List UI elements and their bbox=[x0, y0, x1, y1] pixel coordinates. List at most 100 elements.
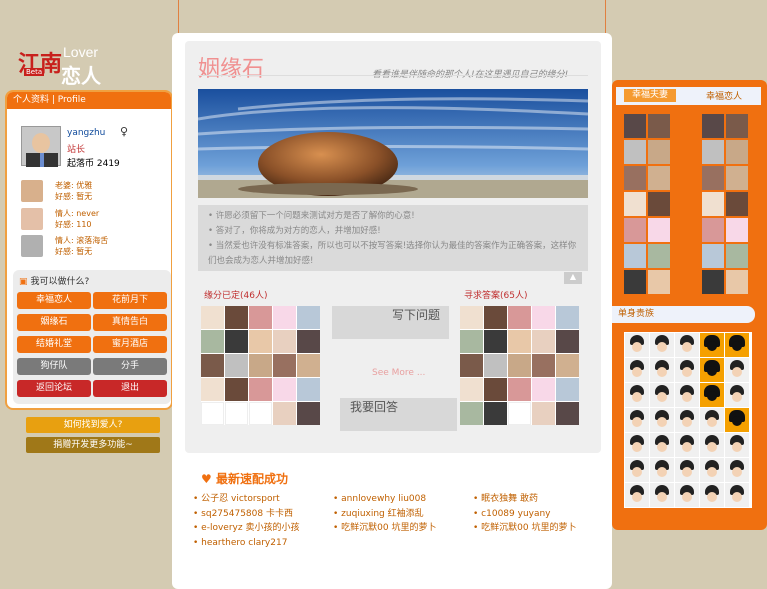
avatar-thumb[interactable] bbox=[273, 330, 296, 353]
avatar-thumb[interactable] bbox=[508, 330, 531, 353]
avatar-thumb[interactable] bbox=[726, 114, 748, 138]
avatar-thumb[interactable] bbox=[650, 358, 674, 382]
avatar-thumb[interactable] bbox=[702, 114, 724, 138]
avatar-thumb[interactable] bbox=[460, 402, 483, 425]
avatar-thumb[interactable] bbox=[249, 354, 272, 377]
avatar-thumb[interactable] bbox=[675, 333, 699, 357]
match-item[interactable]: 吃鲜沉默00 坑里的萝卜 bbox=[333, 521, 436, 536]
match-item[interactable]: zuqiuxing 红袖添乱 bbox=[333, 507, 437, 522]
avatar-thumb[interactable] bbox=[297, 378, 320, 401]
avatar-thumb[interactable] bbox=[225, 354, 248, 377]
avatar-thumb[interactable] bbox=[650, 383, 674, 407]
avatar-thumb[interactable] bbox=[484, 306, 507, 329]
avatar-thumb[interactable] bbox=[726, 140, 748, 164]
avatar-thumb[interactable] bbox=[249, 402, 272, 425]
avatar-thumb[interactable] bbox=[726, 192, 748, 216]
avatar-thumb[interactable] bbox=[702, 270, 724, 294]
match-item[interactable]: 眠衣独舞 敢药 bbox=[473, 492, 577, 507]
btn-wedding-hall[interactable]: 结婚礼堂 bbox=[17, 336, 91, 353]
relation-item[interactable]: 情人: 滚落海舌 好感: 暂无 bbox=[21, 235, 171, 259]
avatar-thumb[interactable] bbox=[625, 358, 649, 382]
avatar-thumb[interactable] bbox=[532, 378, 555, 401]
avatar-thumb[interactable] bbox=[725, 358, 749, 382]
avatar-thumb[interactable] bbox=[702, 192, 724, 216]
avatar-thumb[interactable] bbox=[726, 270, 748, 294]
avatar-thumb[interactable] bbox=[532, 402, 555, 425]
avatar-thumb[interactable] bbox=[725, 408, 749, 432]
btn-stone[interactable]: 姻缘石 bbox=[17, 314, 91, 331]
avatar-thumb[interactable] bbox=[726, 166, 748, 190]
btn-honeymoon-hotel[interactable]: 蜜月酒店 bbox=[93, 336, 167, 353]
match-item[interactable]: 吃鲜沉默00 坑里的萝卜 bbox=[473, 521, 576, 536]
avatar-thumb[interactable] bbox=[725, 483, 749, 507]
avatar-thumb[interactable] bbox=[201, 306, 224, 329]
avatar-thumb[interactable] bbox=[700, 333, 724, 357]
avatar-thumb[interactable] bbox=[675, 458, 699, 482]
avatar-thumb[interactable] bbox=[648, 114, 670, 138]
user-avatar[interactable] bbox=[21, 126, 61, 167]
scroll-up-button[interactable]: ▲ bbox=[564, 272, 582, 284]
see-more-link[interactable]: See More ... bbox=[372, 368, 425, 378]
avatar-thumb[interactable] bbox=[225, 306, 248, 329]
relation-avatar[interactable] bbox=[21, 235, 43, 257]
avatar-thumb[interactable] bbox=[508, 402, 531, 425]
avatar-thumb[interactable] bbox=[700, 383, 724, 407]
avatar-thumb[interactable] bbox=[532, 330, 555, 353]
avatar-thumb[interactable] bbox=[700, 358, 724, 382]
avatar-thumb[interactable] bbox=[648, 166, 670, 190]
avatar-thumb[interactable] bbox=[273, 402, 296, 425]
avatar-thumb[interactable] bbox=[625, 333, 649, 357]
avatar-thumb[interactable] bbox=[648, 218, 670, 242]
avatar-thumb[interactable] bbox=[702, 244, 724, 268]
avatar-thumb[interactable] bbox=[225, 402, 248, 425]
avatar-thumb[interactable] bbox=[201, 378, 224, 401]
avatar-thumb[interactable] bbox=[624, 270, 646, 294]
avatar-thumb[interactable] bbox=[484, 354, 507, 377]
avatar-thumb[interactable] bbox=[201, 402, 224, 425]
answer-button[interactable]: 我要回答 bbox=[340, 398, 457, 431]
avatar-thumb[interactable] bbox=[700, 458, 724, 482]
avatar-thumb[interactable] bbox=[725, 383, 749, 407]
seeking-label[interactable]: 寻求答案(65人) bbox=[464, 288, 527, 301]
avatar-thumb[interactable] bbox=[225, 378, 248, 401]
avatar-thumb[interactable] bbox=[484, 378, 507, 401]
avatar-thumb[interactable] bbox=[725, 333, 749, 357]
avatar-thumb[interactable] bbox=[726, 244, 748, 268]
avatar-thumb[interactable] bbox=[532, 354, 555, 377]
avatar-thumb[interactable] bbox=[650, 458, 674, 482]
match-item[interactable]: e-loveryz 卖小孩的小孩 bbox=[193, 521, 299, 536]
avatar-thumb[interactable] bbox=[624, 218, 646, 242]
btn-paparazzi[interactable]: 狗仔队 bbox=[17, 358, 91, 375]
avatar-thumb[interactable] bbox=[624, 166, 646, 190]
avatar-thumb[interactable] bbox=[675, 483, 699, 507]
avatar-thumb[interactable] bbox=[648, 244, 670, 268]
avatar-thumb[interactable] bbox=[297, 306, 320, 329]
avatar-thumb[interactable] bbox=[556, 402, 579, 425]
avatar-thumb[interactable] bbox=[297, 330, 320, 353]
avatar-thumb[interactable] bbox=[725, 458, 749, 482]
avatar-thumb[interactable] bbox=[508, 354, 531, 377]
avatar-thumb[interactable] bbox=[273, 306, 296, 329]
avatar-thumb[interactable] bbox=[508, 306, 531, 329]
avatar-thumb[interactable] bbox=[648, 192, 670, 216]
avatar-thumb[interactable] bbox=[273, 354, 296, 377]
avatar-thumb[interactable] bbox=[650, 483, 674, 507]
avatar-thumb[interactable] bbox=[675, 358, 699, 382]
avatar-thumb[interactable] bbox=[556, 378, 579, 401]
avatar-thumb[interactable] bbox=[460, 354, 483, 377]
avatar-thumb[interactable] bbox=[624, 244, 646, 268]
avatar-thumb[interactable] bbox=[726, 218, 748, 242]
avatar-thumb[interactable] bbox=[225, 330, 248, 353]
relation-avatar[interactable] bbox=[21, 180, 43, 202]
avatar-thumb[interactable] bbox=[648, 140, 670, 164]
avatar-thumb[interactable] bbox=[700, 433, 724, 457]
match-item[interactable]: sq275475808 卡卡西 bbox=[193, 507, 299, 522]
avatar-thumb[interactable] bbox=[702, 166, 724, 190]
avatar-thumb[interactable] bbox=[460, 378, 483, 401]
match-item[interactable]: hearthero clary217 bbox=[193, 536, 299, 551]
avatar-thumb[interactable] bbox=[532, 306, 555, 329]
avatar-thumb[interactable] bbox=[624, 114, 646, 138]
avatar-thumb[interactable] bbox=[675, 408, 699, 432]
avatar-thumb[interactable] bbox=[484, 402, 507, 425]
avatar-thumb[interactable] bbox=[650, 408, 674, 432]
